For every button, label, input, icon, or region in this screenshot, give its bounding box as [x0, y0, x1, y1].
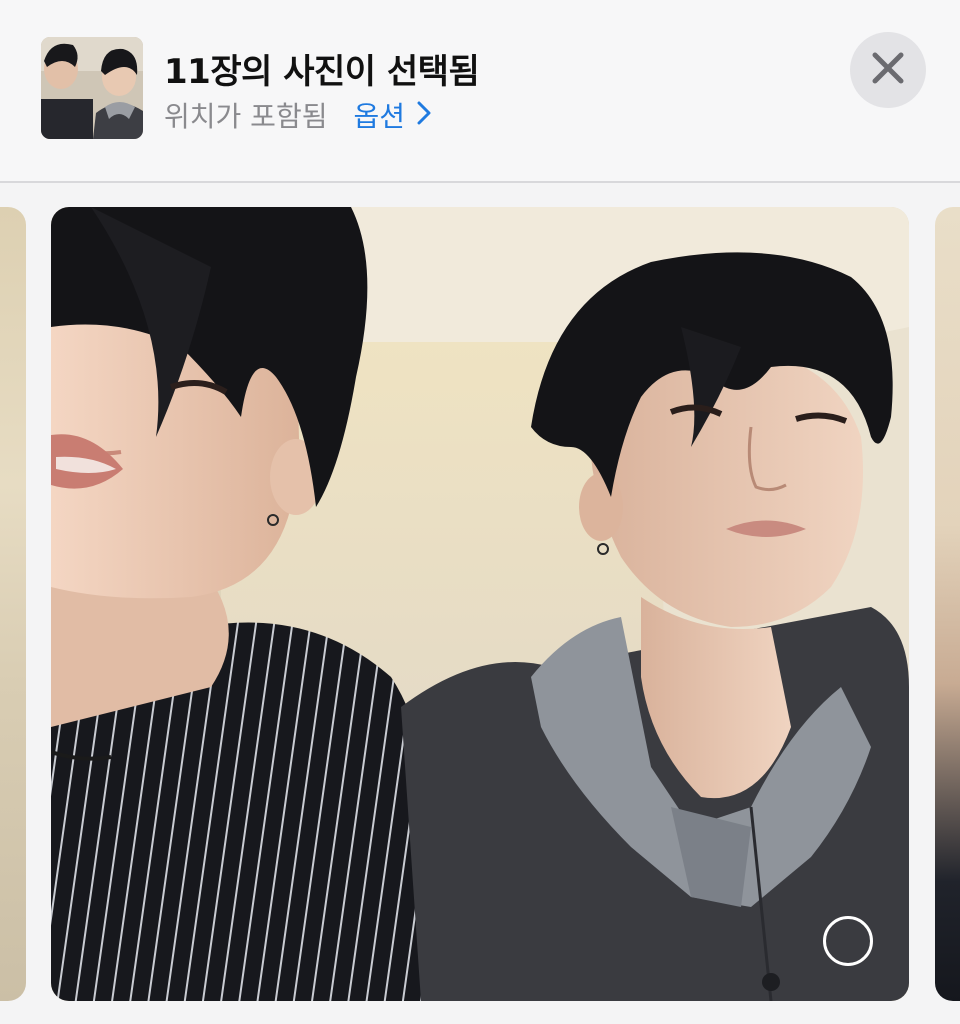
photo-thumbnail — [41, 37, 143, 139]
location-included-label: 위치가 포함됨 — [164, 100, 328, 133]
options-button[interactable]: 옵션 — [353, 95, 431, 135]
chevron-right-icon — [417, 99, 431, 132]
selfie-photo[interactable] — [51, 207, 909, 1001]
selection-circle-button[interactable] — [823, 916, 873, 966]
share-header: 11장의 사진이 선택됨 위치가 포함됨 옵션 — [0, 0, 960, 182]
photo-carousel[interactable] — [0, 183, 960, 1024]
share-sheet: 11장의 사진이 선택됨 위치가 포함됨 옵션 — [0, 0, 960, 1024]
close-button[interactable] — [850, 32, 926, 108]
close-icon — [871, 51, 905, 89]
options-label: 옵션 — [353, 100, 405, 133]
page-title: 11장의 사진이 선택됨 — [164, 52, 480, 92]
subtitle-row: 위치가 포함됨 옵션 — [164, 95, 431, 135]
next-photo-peek[interactable] — [935, 207, 960, 1001]
previous-photo-peek[interactable] — [0, 207, 26, 1001]
